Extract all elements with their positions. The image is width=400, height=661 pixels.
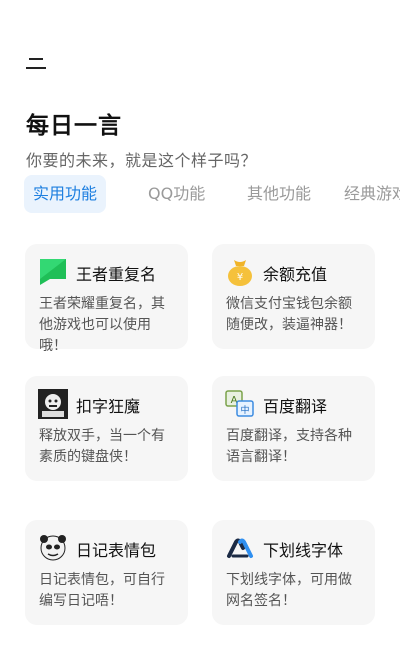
card-title: 日记表情包	[76, 541, 157, 560]
page-subtitle: 你要的未来，就是这个样子吗？	[26, 151, 258, 170]
card-desc: 微信支付宝钱包余额随便改，装逼神器！	[226, 296, 352, 333]
card-title: 余额充值	[263, 265, 328, 284]
translate-icon: A 中	[225, 390, 254, 417]
tab-qq[interactable]: QQ功能	[148, 175, 205, 213]
card-balance-recharge[interactable]: ¥ 余额充值 微信支付宝钱包余额随便改，装逼神器！	[212, 244, 375, 349]
category-tabs: 实用功能 QQ功能 其他功能 经典游戏	[24, 175, 400, 213]
menu-icon[interactable]	[26, 58, 48, 70]
card-baidu-translate[interactable]: A 中 百度翻译 百度翻译，支持各种语言翻译！	[212, 376, 375, 481]
card-desc: 百度翻译，支持各种语言翻译！	[226, 428, 352, 465]
card-king-duplicate-name[interactable]: 王者重复名 王者荣耀重复名，其他游戏也可以使用哦！	[25, 244, 188, 354]
card-diary-sticker[interactable]: 日记表情包 日记表情包，可自行编写日记唔！	[25, 520, 188, 625]
tab-classic-games[interactable]: 经典游戏	[344, 175, 400, 213]
card-desc: 释放双手，当一个有素质的键盘侠！	[39, 428, 165, 465]
card-title: 下划线字体	[263, 541, 344, 560]
svg-text:中: 中	[240, 404, 249, 416]
meme-face-icon	[38, 389, 68, 419]
card-desc: 下划线字体，可用做网名签名！	[226, 572, 352, 609]
money-bag-icon: ¥	[228, 260, 252, 286]
card-typing-maniac[interactable]: 扣字狂魔 释放双手，当一个有素质的键盘侠！	[25, 376, 188, 481]
card-underline-font[interactable]: 下划线字体 下划线字体，可用做网名签名！	[212, 520, 375, 625]
panda-meme-icon	[40, 535, 66, 561]
page-title: 每日一言	[26, 113, 122, 139]
card-title: 百度翻译	[263, 397, 328, 416]
green-flag-icon	[40, 259, 66, 285]
card-desc: 王者荣耀重复名，其他游戏也可以使用哦！	[39, 296, 165, 354]
card-title: 扣字狂魔	[76, 397, 141, 416]
tab-practical[interactable]: 实用功能	[24, 175, 107, 213]
ai-logo-icon	[227, 538, 253, 558]
card-title: 王者重复名	[76, 265, 157, 284]
card-desc: 日记表情包，可自行编写日记唔！	[39, 572, 165, 609]
tab-other[interactable]: 其他功能	[247, 175, 311, 213]
svg-text:¥: ¥	[237, 272, 243, 283]
